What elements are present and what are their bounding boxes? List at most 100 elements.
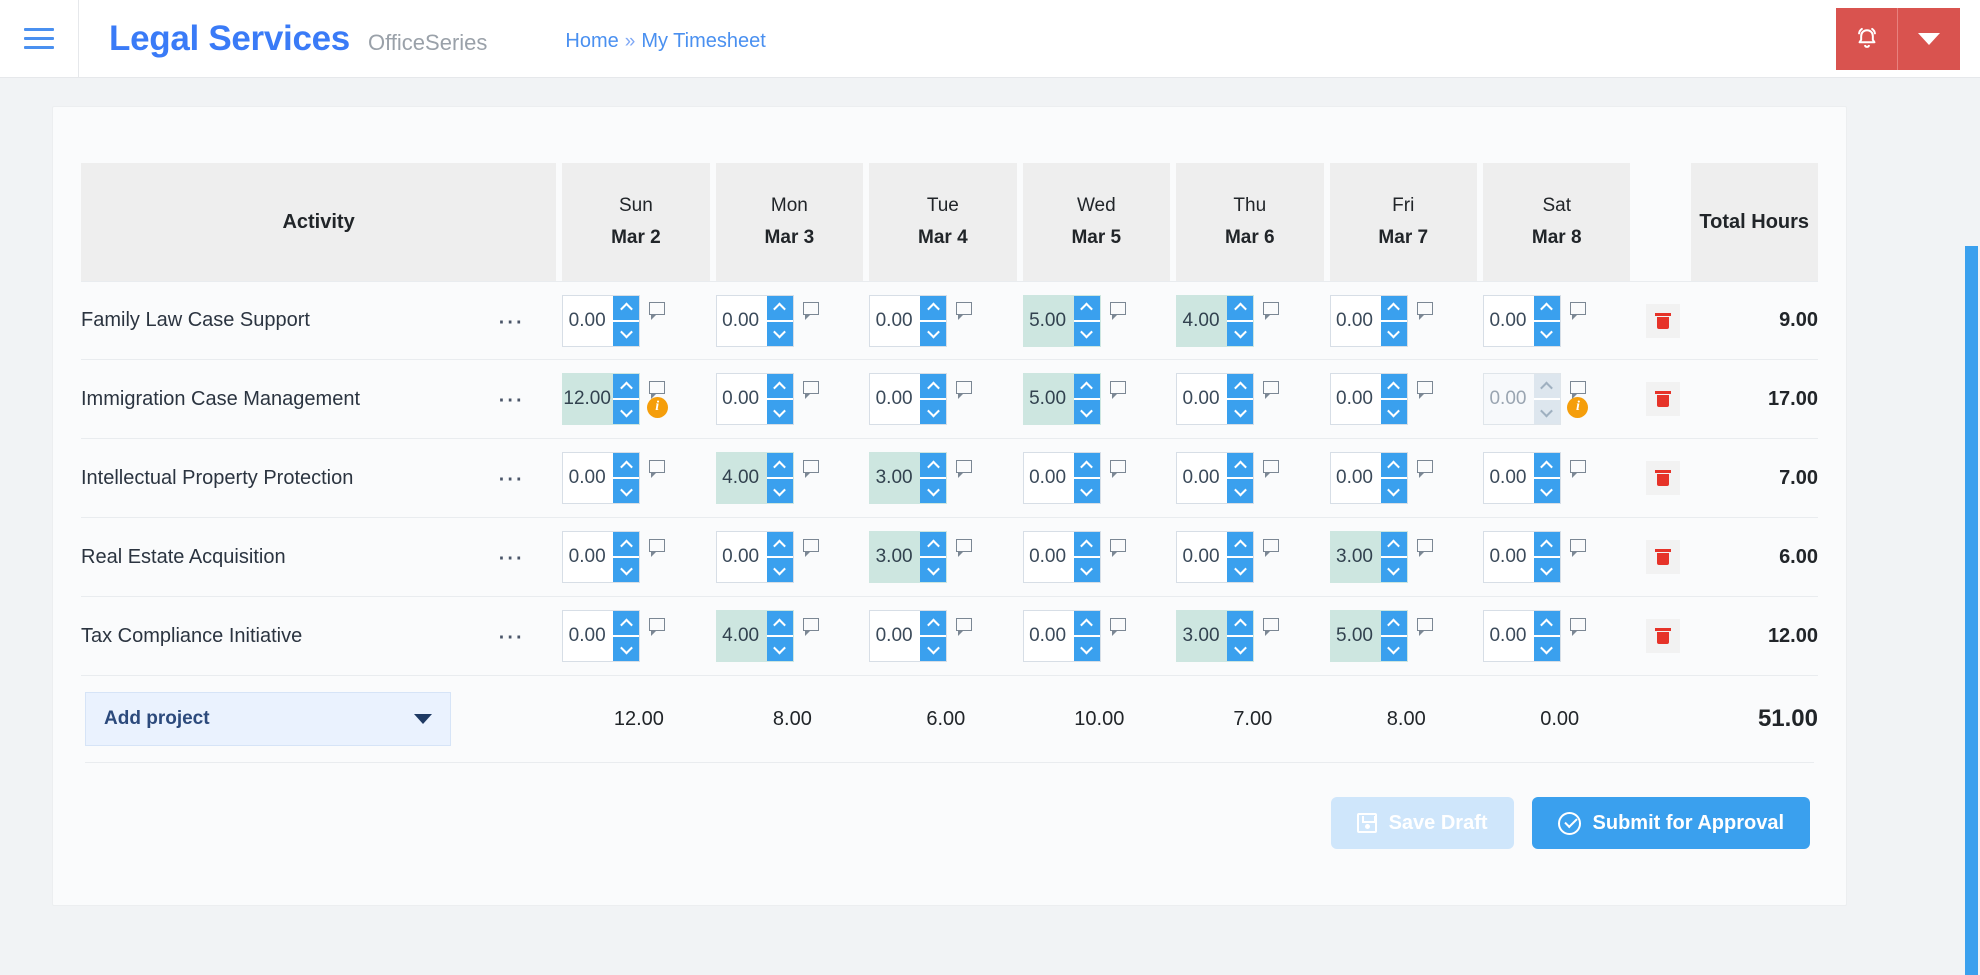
stepper-increment-button[interactable]	[1073, 532, 1100, 558]
hours-stepper-r4-d3[interactable]: 0.00	[1022, 610, 1101, 662]
save-draft-button[interactable]: Save Draft	[1330, 797, 1514, 849]
submit-for-approval-button[interactable]: Submit for Approval	[1531, 797, 1810, 849]
hamburger-menu-icon[interactable]	[0, 0, 78, 78]
stepper-decrement-button[interactable]	[1533, 400, 1560, 424]
vertical-scrollbar-track[interactable]	[1964, 156, 1980, 975]
stepper-increment-button[interactable]	[1227, 611, 1254, 637]
stepper-increment-button[interactable]	[613, 611, 640, 637]
stepper-decrement-button[interactable]	[1227, 637, 1254, 661]
hours-value[interactable]: 0.00	[1331, 453, 1381, 503]
notification-dropdown-button[interactable]	[1898, 8, 1960, 70]
notification-bell-button[interactable]	[1836, 8, 1898, 70]
breadcrumb-current-page[interactable]: My Timesheet	[641, 30, 765, 53]
hours-value[interactable]: 5.00	[1331, 611, 1381, 661]
comment-icon[interactable]	[1263, 380, 1280, 399]
comment-icon[interactable]	[1109, 459, 1126, 478]
comment-icon[interactable]	[1569, 538, 1586, 557]
stepper-decrement-button[interactable]	[1227, 400, 1254, 424]
stepper-increment-button[interactable]	[1533, 295, 1560, 322]
stepper-increment-button[interactable]	[1533, 611, 1560, 637]
hours-stepper-r2-d4[interactable]: 0.00	[1176, 452, 1255, 504]
stepper-increment-button[interactable]	[613, 453, 640, 479]
hours-value[interactable]: 0.00	[563, 296, 613, 346]
comment-icon[interactable]	[649, 380, 666, 399]
hours-stepper-r3-d0[interactable]: 0.00	[562, 531, 641, 583]
hours-stepper-r1-d5[interactable]: 0.00	[1329, 373, 1408, 425]
stepper-decrement-button[interactable]	[1380, 637, 1407, 661]
delete-row-button[interactable]	[1646, 540, 1681, 574]
comment-icon[interactable]	[956, 302, 973, 320]
hours-value[interactable]: 0.00	[870, 611, 920, 661]
hours-value[interactable]: 0.00	[1484, 296, 1534, 346]
hours-stepper-r4-d4[interactable]: 3.00	[1176, 610, 1255, 662]
stepper-decrement-button[interactable]	[766, 479, 793, 503]
hours-stepper-r2-d2[interactable]: 3.00	[869, 452, 948, 504]
hours-stepper-r0-d6[interactable]: 0.00	[1482, 294, 1561, 347]
hours-stepper-r2-d5[interactable]: 0.00	[1329, 452, 1408, 504]
stepper-decrement-button[interactable]	[1533, 558, 1560, 582]
stepper-increment-button[interactable]	[920, 295, 947, 322]
hours-value[interactable]: 5.00	[1024, 374, 1074, 424]
row-menu-ellipsis-icon[interactable]: ⋯	[497, 623, 526, 649]
comment-icon[interactable]	[956, 538, 973, 557]
comment-icon[interactable]	[1109, 538, 1126, 557]
row-menu-ellipsis-icon[interactable]: ⋯	[497, 465, 526, 491]
breadcrumb-home-link[interactable]: Home	[565, 30, 618, 53]
stepper-increment-button[interactable]	[1380, 374, 1407, 400]
vertical-scrollbar-thumb[interactable]	[1965, 246, 1978, 975]
hours-stepper-r0-d3[interactable]: 5.00	[1022, 294, 1101, 347]
stepper-decrement-button[interactable]	[1227, 321, 1254, 346]
hours-stepper-r0-d5[interactable]: 0.00	[1329, 294, 1408, 347]
comment-icon[interactable]	[1569, 302, 1586, 320]
stepper-decrement-button[interactable]	[1380, 400, 1407, 424]
stepper-decrement-button[interactable]	[920, 558, 947, 582]
stepper-decrement-button[interactable]	[1073, 321, 1100, 346]
stepper-decrement-button[interactable]	[1073, 479, 1100, 503]
stepper-increment-button[interactable]	[766, 453, 793, 479]
hours-value[interactable]: 12.00	[563, 374, 613, 424]
comment-icon[interactable]	[802, 380, 819, 399]
stepper-decrement-button[interactable]	[766, 558, 793, 582]
hours-stepper-r3-d3[interactable]: 0.00	[1022, 531, 1101, 583]
hours-value[interactable]: 0.00	[1024, 453, 1074, 503]
add-project-dropdown[interactable]: Add project	[85, 692, 451, 746]
stepper-decrement-button[interactable]	[1380, 558, 1407, 582]
hours-stepper-r1-d0[interactable]: 12.00	[562, 373, 641, 425]
stepper-increment-button[interactable]	[1227, 532, 1254, 558]
hours-value[interactable]: 4.00	[717, 611, 767, 661]
stepper-increment-button[interactable]	[613, 532, 640, 558]
hours-value[interactable]: 0.00	[563, 611, 613, 661]
hours-value[interactable]: 0.00	[1484, 532, 1534, 582]
hours-stepper-r0-d4[interactable]: 4.00	[1176, 294, 1255, 347]
hours-stepper-r3-d4[interactable]: 0.00	[1176, 531, 1255, 583]
stepper-increment-button[interactable]	[1533, 532, 1560, 558]
delete-row-button[interactable]	[1646, 303, 1681, 338]
stepper-decrement-button[interactable]	[1073, 637, 1100, 661]
hours-value[interactable]: 0.00	[1331, 374, 1381, 424]
hours-stepper-r2-d1[interactable]: 4.00	[715, 452, 794, 504]
stepper-decrement-button[interactable]	[613, 400, 640, 424]
hours-value[interactable]: 0.00	[1484, 611, 1534, 661]
hours-stepper-r0-d2[interactable]: 0.00	[869, 294, 948, 347]
comment-icon[interactable]	[1416, 380, 1433, 399]
stepper-decrement-button[interactable]	[1533, 321, 1560, 346]
stepper-increment-button[interactable]	[1533, 453, 1560, 479]
stepper-decrement-button[interactable]	[920, 321, 947, 346]
hours-stepper-r1-d2[interactable]: 0.00	[869, 373, 948, 425]
stepper-increment-button[interactable]	[920, 532, 947, 558]
stepper-decrement-button[interactable]	[613, 321, 640, 346]
stepper-increment-button[interactable]	[920, 453, 947, 479]
delete-row-button[interactable]	[1646, 382, 1681, 416]
hours-stepper-r0-d0[interactable]: 0.00	[562, 294, 641, 347]
stepper-decrement-button[interactable]	[1073, 558, 1100, 582]
stepper-increment-button[interactable]	[766, 295, 793, 322]
comment-icon[interactable]	[802, 459, 819, 478]
hours-value[interactable]: 0.00	[563, 532, 613, 582]
hours-stepper-r1-d6[interactable]: 0.00	[1482, 373, 1561, 425]
stepper-decrement-button[interactable]	[1227, 479, 1254, 503]
info-warning-icon[interactable]: i	[646, 396, 668, 418]
comment-icon[interactable]	[1263, 302, 1280, 320]
comment-icon[interactable]	[802, 538, 819, 557]
hours-stepper-r4-d1[interactable]: 4.00	[715, 610, 794, 662]
stepper-increment-button[interactable]	[1073, 374, 1100, 400]
